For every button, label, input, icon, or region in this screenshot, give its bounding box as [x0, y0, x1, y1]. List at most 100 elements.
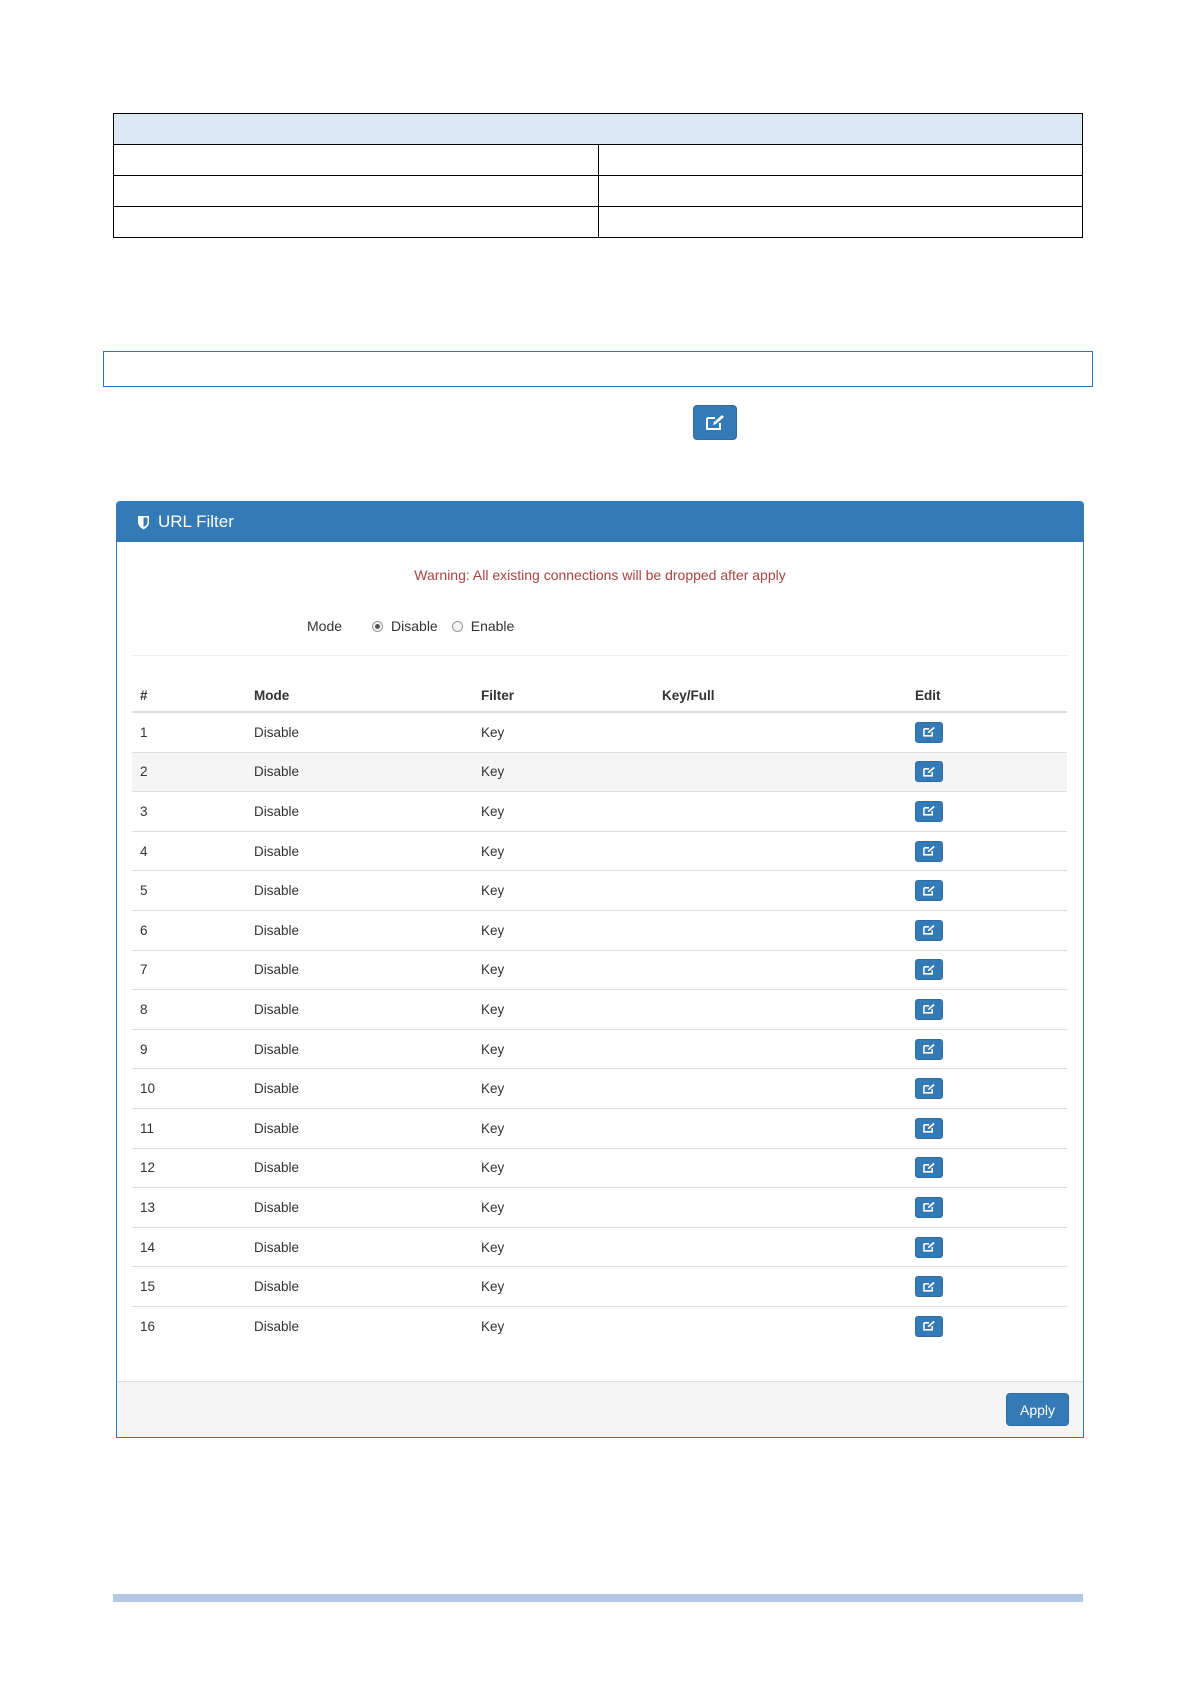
row-filter: Key — [473, 791, 654, 832]
row-key-full — [654, 1107, 907, 1149]
row-filter: Key — [473, 949, 654, 990]
table-row: 16 Disable Key — [132, 1305, 1067, 1346]
apply-button[interactable]: Apply — [1006, 1393, 1069, 1426]
row-filter: Key — [473, 1147, 654, 1188]
table-header-row: # Mode Filter Key/Full Edit — [132, 679, 1067, 713]
mode-disable-label: Disable — [391, 618, 438, 634]
row-edit-button[interactable] — [915, 1196, 943, 1218]
row-edit-button[interactable] — [915, 919, 943, 941]
row-mode: Disable — [246, 909, 473, 951]
table-row: 2 Disable Key — [132, 751, 1067, 792]
row-key-full — [654, 1028, 907, 1069]
row-edit-cell — [907, 1266, 1067, 1307]
table-row: 14 Disable Key — [132, 1226, 1067, 1267]
mode-disable-radio[interactable] — [372, 620, 384, 632]
row-key-full — [654, 1187, 907, 1228]
row-filter: Key — [473, 1266, 654, 1307]
row-edit-button[interactable] — [915, 1157, 943, 1179]
reference-table-header — [113, 113, 1083, 145]
row-edit-button[interactable] — [915, 800, 943, 822]
table-row: 12 Disable Key — [132, 1147, 1067, 1188]
header-key-full: Key/Full — [654, 679, 907, 713]
row-num: 16 — [132, 1305, 246, 1346]
table-row: 15 Disable Key — [132, 1266, 1067, 1307]
edit-icon — [923, 1241, 935, 1252]
row-filter: Key — [473, 751, 654, 792]
row-key-full — [654, 989, 907, 1030]
row-edit-button[interactable] — [915, 1315, 943, 1337]
row-edit-button[interactable] — [915, 959, 943, 981]
row-edit-cell — [907, 751, 1067, 792]
row-mode: Disable — [246, 1028, 473, 1069]
row-mode: Disable — [246, 870, 473, 911]
note-box — [103, 351, 1093, 387]
row-mode: Disable — [246, 1107, 473, 1149]
row-num: 14 — [132, 1226, 246, 1267]
table-row: 11 Disable Key — [132, 1107, 1067, 1149]
header-mode: Mode — [246, 679, 473, 713]
shield-icon — [138, 515, 149, 529]
row-key-full — [654, 1226, 907, 1267]
table-row: 8 Disable Key — [132, 989, 1067, 1030]
row-filter: Key — [473, 830, 654, 871]
row-mode: Disable — [246, 711, 473, 753]
row-edit-button[interactable] — [915, 880, 943, 902]
mode-enable-radio[interactable] — [451, 620, 463, 632]
row-edit-button[interactable] — [915, 1276, 943, 1298]
row-num: 2 — [132, 751, 246, 792]
row-edit-cell — [907, 1226, 1067, 1267]
row-num: 9 — [132, 1028, 246, 1069]
row-edit-cell — [907, 1305, 1067, 1346]
row-num: 15 — [132, 1266, 246, 1307]
row-num: 4 — [132, 830, 246, 871]
mode-enable-label: Enable — [470, 618, 515, 634]
row-mode: Disable — [246, 1305, 473, 1346]
page-footer-bar — [113, 1594, 1083, 1602]
row-num: 12 — [132, 1147, 246, 1188]
warning-message: Warning: All existing connections will b… — [414, 567, 786, 583]
table-row: 9 Disable Key — [132, 1028, 1067, 1069]
row-mode: Disable — [246, 1226, 473, 1267]
table-row: 5 Disable Key — [132, 870, 1067, 911]
edit-icon — [923, 806, 935, 817]
row-edit-button[interactable] — [915, 1117, 943, 1139]
row-filter: Key — [473, 1107, 654, 1149]
edit-icon — [923, 1083, 935, 1094]
row-edit-cell — [907, 909, 1067, 951]
reference-table-row — [113, 175, 1083, 207]
row-mode: Disable — [246, 830, 473, 871]
row-edit-cell — [907, 1028, 1067, 1069]
row-num: 1 — [132, 711, 246, 753]
row-key-full — [654, 909, 907, 951]
row-edit-button[interactable] — [915, 761, 943, 783]
row-key-full — [654, 1305, 907, 1346]
table-row: 7 Disable Key — [132, 949, 1067, 990]
row-edit-button[interactable] — [915, 1038, 943, 1060]
edit-icon — [706, 414, 724, 430]
row-key-full — [654, 751, 907, 792]
edit-icon — [923, 1123, 935, 1133]
row-edit-cell — [907, 1187, 1067, 1228]
row-key-full — [654, 791, 907, 832]
row-filter: Key — [473, 1068, 654, 1109]
table-row: 1 Disable Key — [132, 711, 1067, 753]
reference-table-row — [113, 206, 1083, 238]
row-edit-button[interactable] — [915, 721, 943, 743]
row-num: 5 — [132, 870, 246, 911]
edit-icon — [923, 1004, 935, 1015]
row-edit-button[interactable] — [915, 1236, 943, 1258]
row-edit-cell — [907, 711, 1067, 753]
row-mode: Disable — [246, 949, 473, 990]
header-num: # — [132, 679, 246, 713]
row-mode: Disable — [246, 1068, 473, 1109]
table-row: 10 Disable Key — [132, 1068, 1067, 1109]
table-row: 3 Disable Key — [132, 791, 1067, 832]
edit-icon — [923, 1281, 935, 1292]
reference-table — [113, 113, 1083, 238]
row-edit-button[interactable] — [915, 1078, 943, 1100]
row-mode: Disable — [246, 1266, 473, 1307]
row-edit-cell — [907, 870, 1067, 911]
row-edit-button[interactable] — [915, 840, 943, 862]
row-edit-button[interactable] — [915, 998, 943, 1020]
edit-icon — [923, 845, 935, 856]
